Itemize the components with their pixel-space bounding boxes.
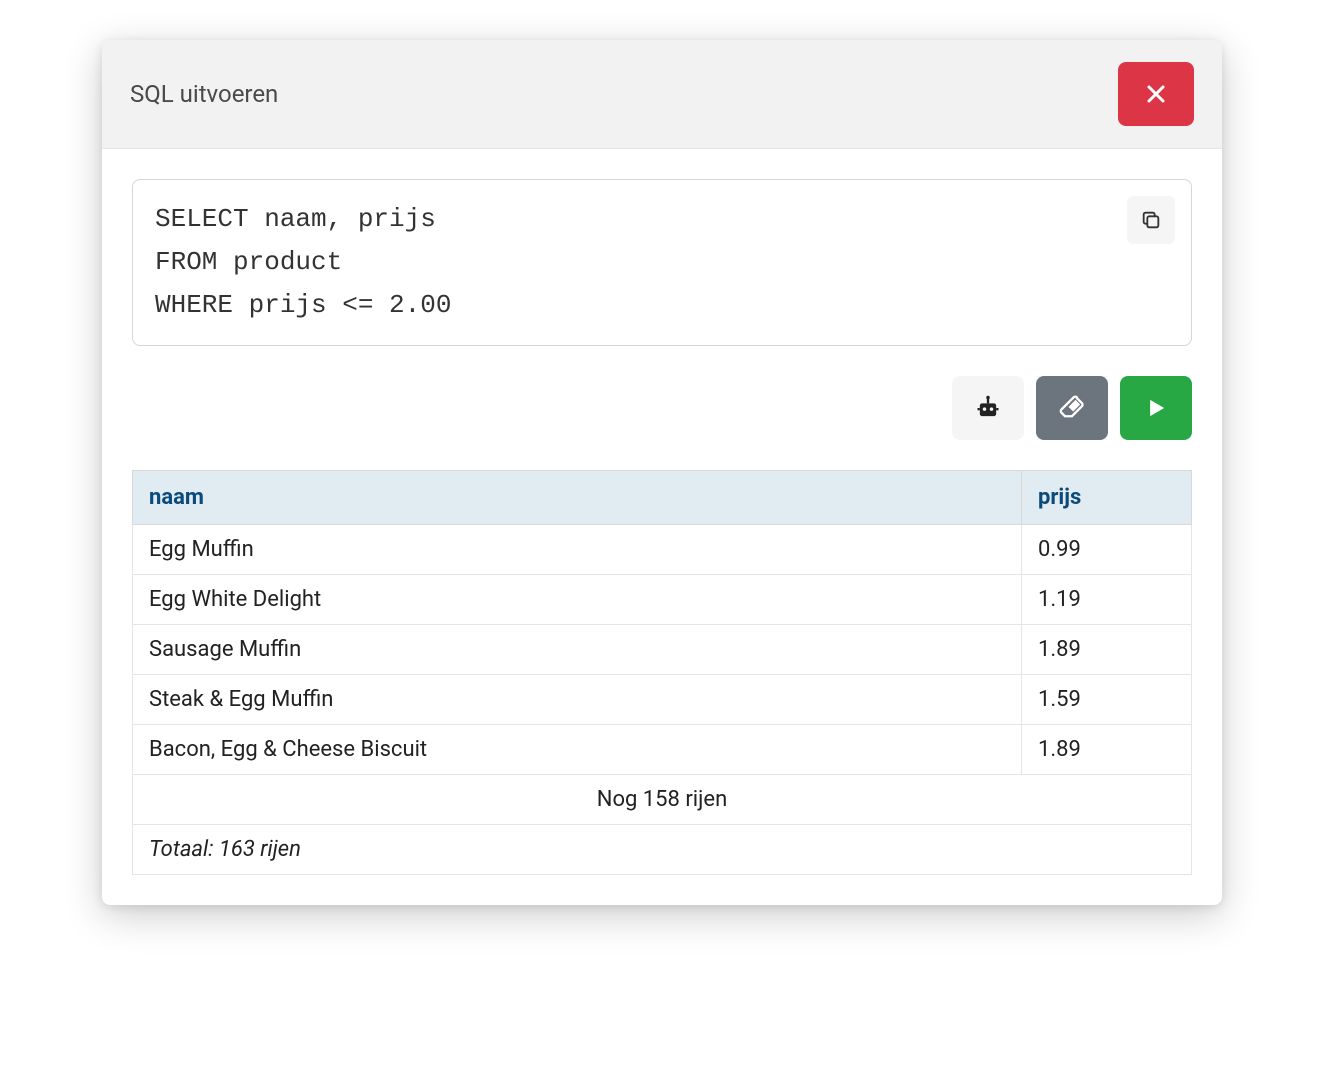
cell-prijs: 1.19 [1022, 574, 1192, 624]
table-row: Steak & Egg Muffin1.59 [133, 674, 1192, 724]
cell-naam: Sausage Muffin [133, 624, 1022, 674]
cell-prijs: 1.89 [1022, 624, 1192, 674]
sql-text: SELECT naam, prijs FROM product WHERE pr… [155, 204, 451, 320]
table-row: Egg White Delight1.19 [133, 574, 1192, 624]
modal-body: SELECT naam, prijs FROM product WHERE pr… [102, 149, 1222, 905]
cell-prijs: 0.99 [1022, 524, 1192, 574]
modal-header: SQL uitvoeren [102, 40, 1222, 149]
table-header-row: naam prijs [133, 470, 1192, 524]
toolbar [132, 376, 1192, 440]
table-row: Sausage Muffin1.89 [133, 624, 1192, 674]
sql-editor[interactable]: SELECT naam, prijs FROM product WHERE pr… [132, 179, 1192, 346]
modal-title: SQL uitvoeren [130, 80, 278, 108]
cell-naam: Egg Muffin [133, 524, 1022, 574]
eraser-icon [1058, 394, 1086, 422]
play-icon [1142, 394, 1170, 422]
run-button[interactable] [1120, 376, 1192, 440]
table-row: Egg Muffin0.99 [133, 524, 1192, 574]
cell-naam: Egg White Delight [133, 574, 1022, 624]
column-header-prijs[interactable]: prijs [1022, 470, 1192, 524]
close-icon [1144, 82, 1168, 106]
copy-button[interactable] [1127, 196, 1175, 244]
cell-prijs: 1.89 [1022, 724, 1192, 774]
table-row: Bacon, Egg & Cheese Biscuit1.89 [133, 724, 1192, 774]
more-rows-indicator: Nog 158 rijen [133, 774, 1192, 824]
cell-naam: Steak & Egg Muffin [133, 674, 1022, 724]
total-rows: Totaal: 163 rijen [133, 824, 1192, 874]
close-button[interactable] [1118, 62, 1194, 126]
cell-prijs: 1.59 [1022, 674, 1192, 724]
column-header-naam[interactable]: naam [133, 470, 1022, 524]
results-table: naam prijs Egg Muffin0.99Egg White Delig… [132, 470, 1192, 875]
robot-button[interactable] [952, 376, 1024, 440]
eraser-button[interactable] [1036, 376, 1108, 440]
copy-icon [1140, 209, 1162, 231]
robot-icon [974, 394, 1002, 422]
cell-naam: Bacon, Egg & Cheese Biscuit [133, 724, 1022, 774]
sql-execute-modal: SQL uitvoeren SELECT naam, prijs FROM pr… [102, 40, 1222, 905]
